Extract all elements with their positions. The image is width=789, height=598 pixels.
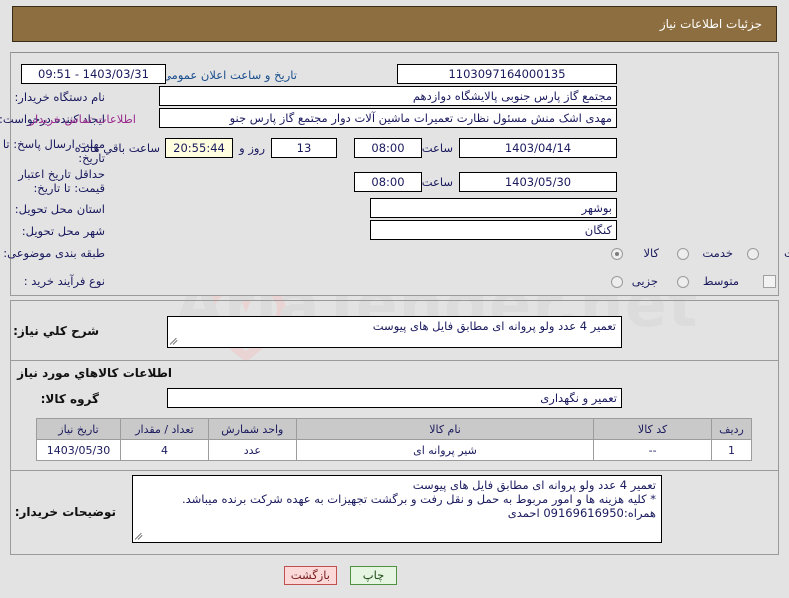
- cell-unit: عدد: [207, 439, 297, 461]
- table-row[interactable]: 1 -- شیر پروانه ای عدد 4 1403/05/30: [36, 439, 752, 461]
- countdown-label: ساعت باقي مانده: [74, 141, 160, 155]
- label-announce-datetime: تاریخ و ساعت اعلان عمومی:: [158, 68, 297, 82]
- radio-category-kala[interactable]: [611, 248, 623, 260]
- buyer-contact-link[interactable]: اطلاعات تماس خریدار: [29, 112, 136, 126]
- buyer-notes-line-1: تعمیر 4 عدد ولو پروانه ای مطابق فایل های…: [412, 478, 656, 492]
- print-button[interactable]: چاپ: [350, 566, 397, 585]
- label-need-summary: شرح کلي نیاز:: [13, 324, 99, 338]
- radio-label-category-1[interactable]: خدمت: [702, 246, 733, 260]
- radio-category-kala-khedmat[interactable]: [747, 248, 759, 260]
- radio-purchase-jozyi[interactable]: [611, 276, 623, 288]
- th-code: کد کالا: [593, 418, 713, 440]
- label-buyer-org: نام دستگاه خریدار:: [14, 90, 105, 104]
- label-delivery-city: شهر محل تحویل:: [21, 224, 105, 238]
- page-title: جزئیات اطلاعات نیاز: [659, 17, 762, 31]
- response-deadline-time-field[interactable]: 08:00: [354, 138, 422, 158]
- label-price-validity: حداقل تاریخ اعتبار قیمت: تا تاریخ:: [18, 167, 105, 195]
- treasury-note-checkbox[interactable]: [763, 275, 776, 288]
- delivery-province-field[interactable]: بوشهر: [370, 198, 617, 218]
- divider-notes: [11, 470, 778, 471]
- label-subject-category: طبقه بندی موضوعی:: [3, 246, 105, 260]
- response-deadline-time-label: ساعت: [421, 141, 453, 155]
- th-quantity: تعداد / مقدار: [120, 418, 209, 440]
- radio-label-category-2[interactable]: کالا/خدمت: [784, 246, 789, 260]
- radio-category-khedmat[interactable]: [677, 248, 689, 260]
- th-name: نام کالا: [295, 418, 595, 440]
- radio-purchase-motavaset[interactable]: [677, 276, 689, 288]
- cell-need-date: 1403/05/30: [36, 439, 121, 461]
- days-remaining-field[interactable]: 13: [271, 138, 337, 158]
- response-deadline-date-field[interactable]: 1403/04/14: [459, 138, 617, 158]
- radio-label-purchase-0[interactable]: جزیی: [632, 274, 658, 288]
- goods-section-heading: اطلاعات کالاهاي مورد نیاز: [17, 366, 172, 380]
- divider-goods: [11, 360, 778, 361]
- label-goods-group: گروه کالا:: [40, 392, 99, 406]
- resize-handle-notes[interactable]: [134, 530, 145, 541]
- label-buyer-notes: توضیحات خریدار:: [14, 505, 116, 519]
- price-validity-date-field[interactable]: 1403/05/30: [459, 172, 617, 192]
- radio-label-purchase-1[interactable]: متوسط: [703, 274, 739, 288]
- price-validity-time-label: ساعت: [421, 175, 453, 189]
- days-remaining-label: روز و: [239, 141, 265, 155]
- need-summary-text: تعمیر 4 عدد ولو پروانه ای مطابق فایل های…: [372, 319, 616, 333]
- cell-code: --: [593, 439, 713, 461]
- back-button[interactable]: بازگشت: [284, 566, 337, 585]
- goods-group-field[interactable]: تعمیر و نگهداری: [167, 388, 622, 408]
- announce-datetime-field[interactable]: 1403/03/31 - 09:51: [21, 64, 166, 84]
- radio-label-category-0[interactable]: کالا: [643, 246, 659, 260]
- countdown-field: 20:55:44: [165, 138, 233, 158]
- cell-name: شیر پروانه ای: [295, 439, 595, 461]
- buyer-org-field[interactable]: مجتمع گاز پارس جنوبی پالایشگاه دوازدهم: [159, 86, 617, 106]
- buyer-notes-textarea[interactable]: تعمیر 4 عدد ولو پروانه ای مطابق فایل های…: [132, 475, 662, 543]
- label-delivery-province: استان محل تحویل:: [14, 202, 105, 216]
- table-header-row: ردیف کد کالا نام کالا واحد شمارش تعداد /…: [36, 418, 752, 440]
- cell-quantity: 4: [120, 439, 209, 461]
- price-validity-time-field[interactable]: 08:00: [354, 172, 422, 192]
- window-titlebar: جزئیات اطلاعات نیاز: [12, 6, 777, 42]
- cell-row: 1: [711, 439, 752, 461]
- th-need-date: تاریخ نیاز: [36, 418, 121, 440]
- resize-handle-summary[interactable]: [169, 335, 180, 346]
- th-row: ردیف: [711, 418, 752, 440]
- page-root: AriaTender.net جزئیات اطلاعات نیاز شماره…: [0, 0, 789, 598]
- label-purchase-type: نوع فرآیند خرید :: [23, 274, 105, 288]
- buyer-notes-line-3: همراه:09169616950 احمدی: [507, 506, 656, 520]
- need-summary-textarea[interactable]: تعمیر 4 عدد ولو پروانه ای مطابق فایل های…: [167, 316, 622, 348]
- th-unit: واحد شمارش: [207, 418, 297, 440]
- need-number-field[interactable]: 1103097164000135: [397, 64, 617, 84]
- requester-field[interactable]: مهدی اشک منش مسئول نظارت تعمیرات ماشین آ…: [159, 108, 617, 128]
- buyer-notes-line-2: * کلیه هزینه ها و امور مربوط به حمل و نق…: [181, 492, 656, 506]
- goods-table: ردیف کد کالا نام کالا واحد شمارش تعداد /…: [36, 418, 752, 461]
- delivery-city-field[interactable]: کنگان: [370, 220, 617, 240]
